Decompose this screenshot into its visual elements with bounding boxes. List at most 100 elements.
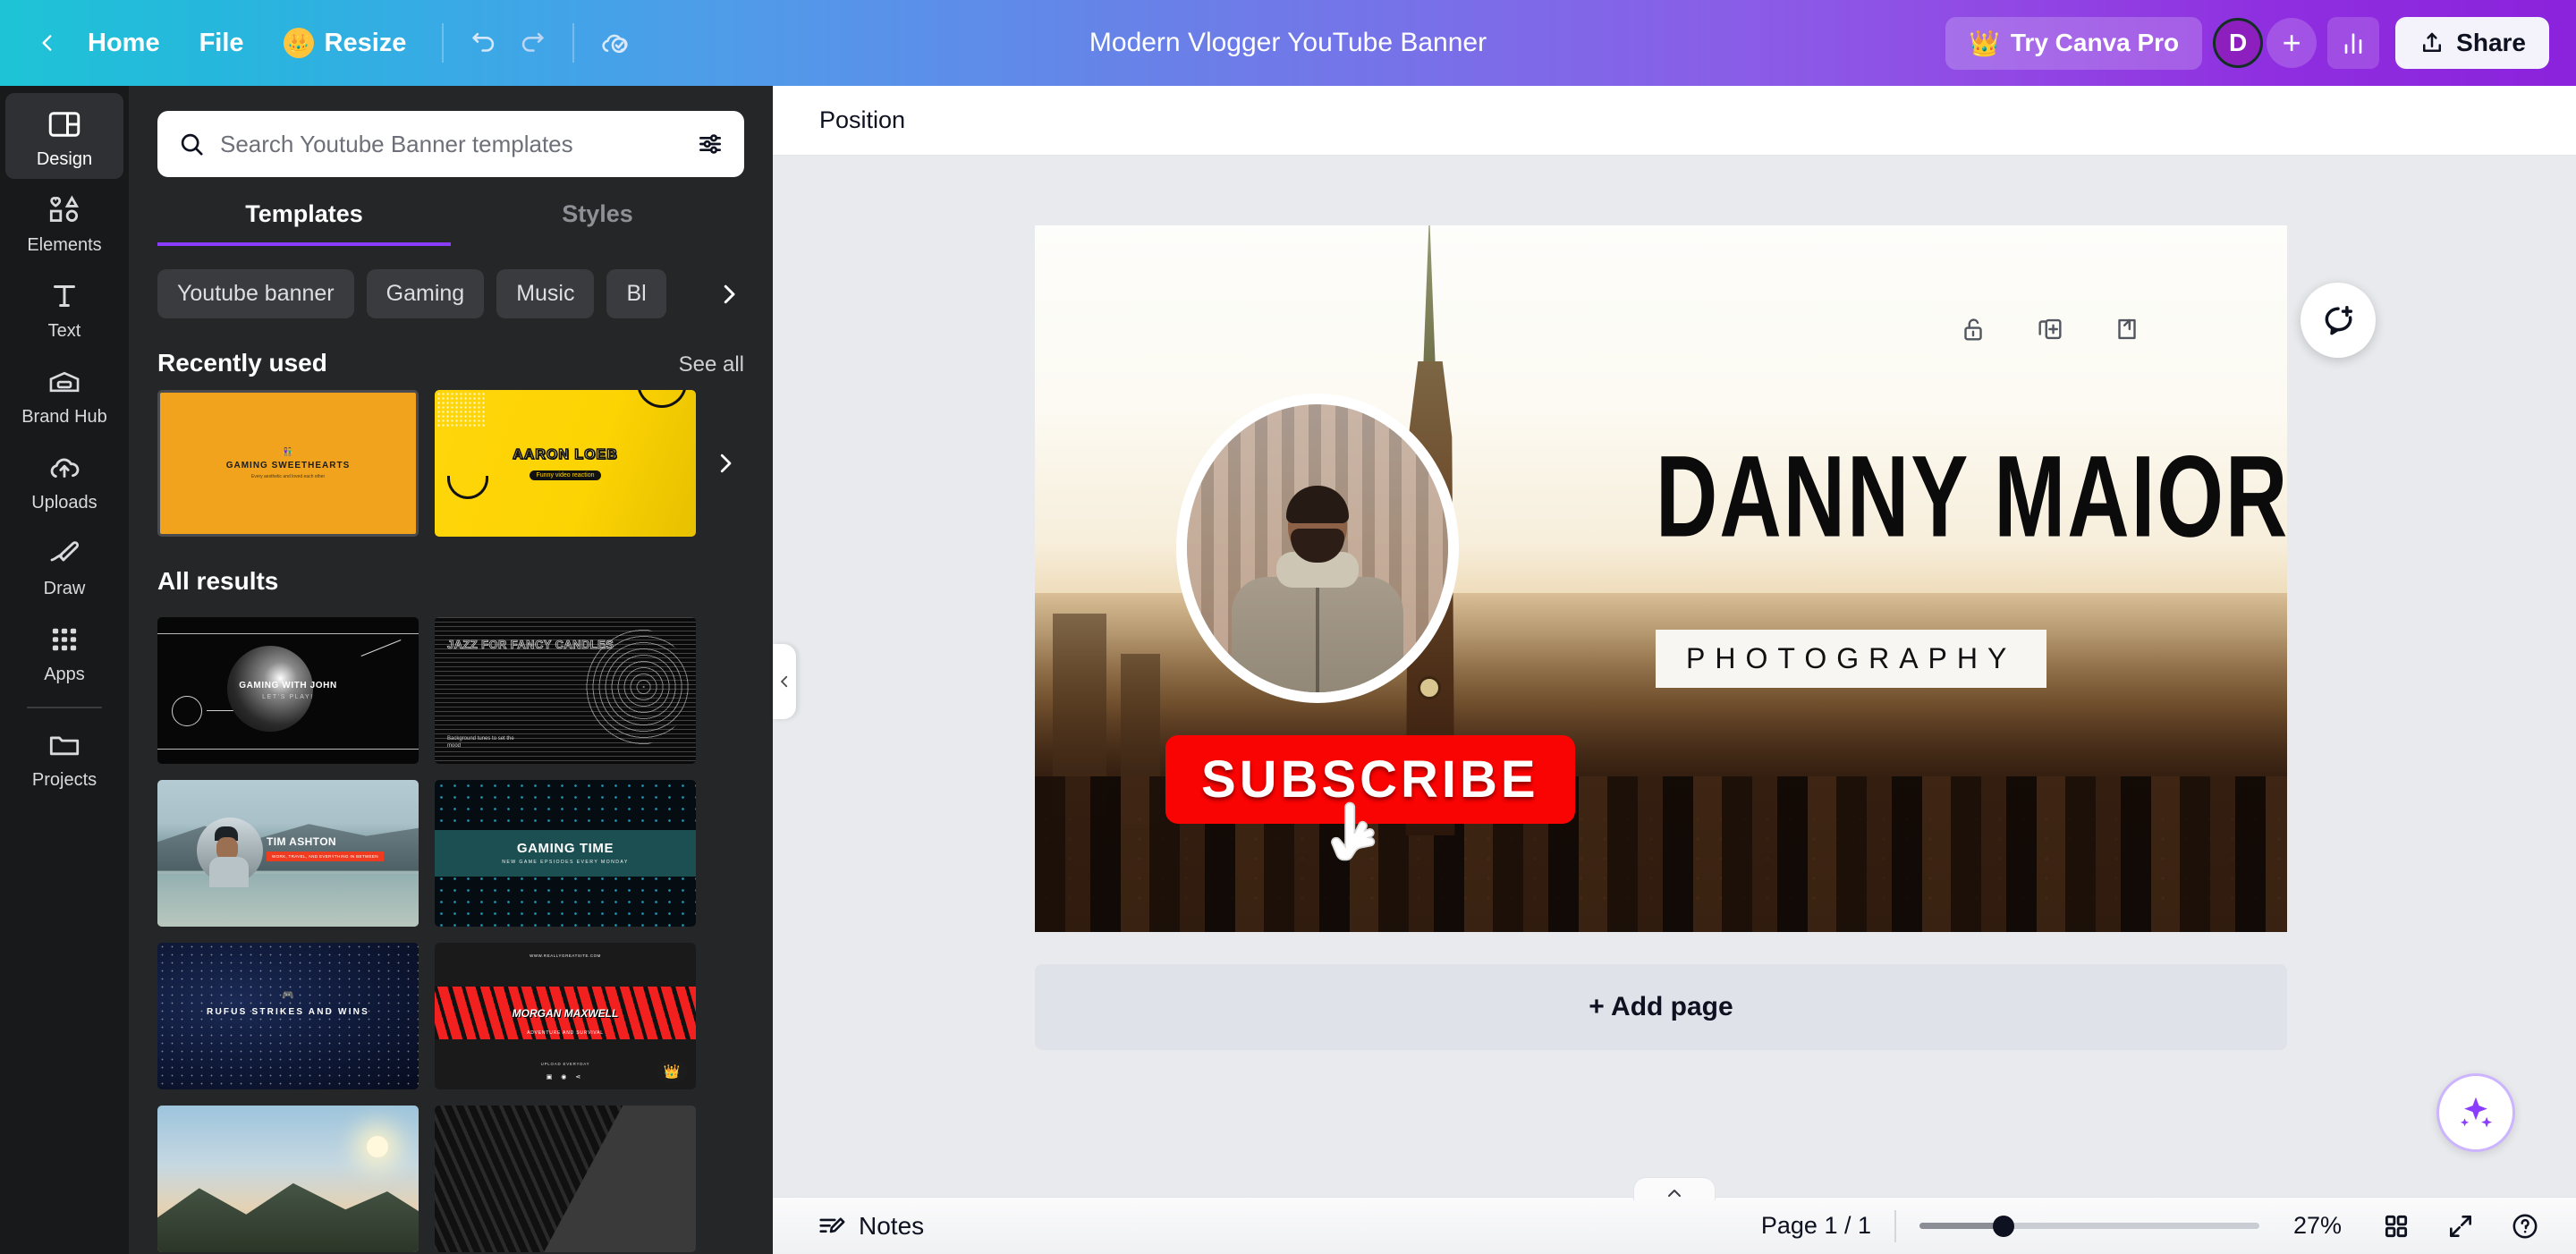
- template-thumb-morgan-maxwell[interactable]: WWW.REALLYGREATSITE.COM MORGAN MAXWELL A…: [435, 943, 696, 1089]
- recently-used-next-icon[interactable]: [705, 432, 746, 495]
- recently-used-row: 👫 GAMING SWEETHEARTS Every aesthetic and…: [129, 390, 773, 537]
- pointing-hand-icon: [1330, 798, 1382, 875]
- cloud-saved-icon[interactable]: [590, 19, 639, 67]
- chevron-up-icon[interactable]: [1633, 1177, 1716, 1200]
- tab-templates[interactable]: Templates: [157, 200, 451, 246]
- banner-name-text[interactable]: DANNY MAIORCA: [1656, 431, 2287, 564]
- sidebar-item-draw[interactable]: Draw: [5, 522, 123, 608]
- sidebar-item-design[interactable]: Design: [5, 93, 123, 179]
- position-button[interactable]: Position: [803, 97, 921, 143]
- zoom-slider-fill: [1919, 1222, 2002, 1229]
- sidebar-item-apps[interactable]: Apps: [5, 608, 123, 694]
- all-results-header: All results: [129, 537, 773, 608]
- redo-icon[interactable]: [508, 19, 556, 67]
- sidebar-item-label: Elements: [27, 235, 102, 255]
- avatar-initial: D: [2229, 29, 2248, 56]
- home-button[interactable]: Home: [68, 20, 180, 67]
- try-canva-pro-button[interactable]: 👑 Try Canva Pro: [1945, 16, 2203, 70]
- pro-crown-icon: 👑: [657, 1061, 687, 1082]
- file-menu-button[interactable]: File: [180, 20, 264, 67]
- page-indicator: Page 1 / 1: [1760, 1212, 1871, 1239]
- chevron-right-icon[interactable]: [708, 269, 750, 318]
- notes-button[interactable]: Notes: [803, 1204, 936, 1249]
- thumb-title: RUFUS STRIKES AND WINS: [207, 1007, 369, 1017]
- template-thumb-gaming-time[interactable]: GAMING TIME NEW GAME EPSIODES EVERY MOND…: [435, 780, 696, 927]
- template-thumb-rufus-strikes-and-wins[interactable]: 🎮 RUFUS STRIKES AND WINS: [157, 943, 419, 1089]
- insights-bar-icon[interactable]: [2327, 17, 2380, 69]
- crown-icon: 👑: [283, 28, 314, 58]
- grid-view-icon[interactable]: [2376, 1206, 2417, 1247]
- sidebar-item-projects[interactable]: Projects: [5, 714, 123, 800]
- bottom-toolbar: Notes Page 1 / 1 27%: [773, 1197, 2576, 1254]
- design-title[interactable]: Modern Vlogger YouTube Banner: [1089, 28, 1487, 58]
- template-thumb-gaming-with-john[interactable]: GAMING WITH JOHN LET'S PLAY!: [157, 617, 419, 764]
- see-all-link[interactable]: See all: [679, 352, 744, 377]
- search-input[interactable]: [220, 130, 682, 158]
- template-thumb-aaron-loeb[interactable]: AARON LOEB Funny video reaction: [435, 390, 696, 537]
- panel-collapse-button[interactable]: [773, 644, 796, 719]
- thumb-footer: UPLOAD EVERYDAY: [540, 1062, 590, 1066]
- duplicate-page-icon[interactable]: [2030, 309, 2070, 349]
- shapes-icon: [49, 195, 80, 222]
- expand-diagonal-icon[interactable]: [2440, 1206, 2481, 1247]
- brand-card-icon: [49, 371, 80, 393]
- bottom-right-group: Page 1 / 1 27%: [1761, 1206, 2546, 1247]
- design-layout-icon: [48, 112, 80, 137]
- sidebar-item-label: Draw: [43, 579, 86, 598]
- template-thumb-tim-ashton[interactable]: TIM ASHTON WORK, TRAVEL, AND EVERYTHING …: [157, 780, 419, 927]
- template-thumb-mountain-sunrise[interactable]: [157, 1106, 419, 1252]
- profile-photo[interactable]: [1176, 394, 1459, 703]
- back-icon[interactable]: [27, 22, 68, 64]
- share-button[interactable]: Share: [2395, 17, 2549, 69]
- bottom-divider: [1894, 1209, 1896, 1242]
- text-t-icon: [54, 285, 75, 307]
- chip-youtube-banner[interactable]: Youtube banner: [157, 269, 354, 318]
- tab-styles[interactable]: Styles: [451, 200, 744, 246]
- add-page-button[interactable]: + Add page: [1035, 964, 2287, 1050]
- help-question-icon[interactable]: [2504, 1206, 2546, 1247]
- add-comment-icon[interactable]: [2301, 283, 2376, 358]
- magic-sparkle-icon[interactable]: [2436, 1073, 2515, 1152]
- topbar-right-group: 👑 Try Canva Pro D + Share: [1945, 16, 2549, 70]
- sidebar-item-text[interactable]: Text: [5, 265, 123, 351]
- category-chips: Youtube banner Gaming Music Bl: [129, 246, 773, 318]
- add-collaborator-button[interactable]: +: [2267, 18, 2318, 68]
- banner-subtitle-text[interactable]: PHOTOGRAPHY: [1656, 630, 2047, 688]
- sidebar-item-label: Projects: [31, 770, 97, 790]
- avatar[interactable]: D: [2213, 18, 2264, 68]
- thumb-title: JAZZ FOR FANCY CANDLES: [447, 638, 614, 651]
- sidebar-item-brand-hub[interactable]: Brand Hub: [5, 351, 123, 436]
- sidebar-item-uploads[interactable]: Uploads: [5, 436, 123, 522]
- toolbar-divider-2: [572, 23, 575, 63]
- crown-icon: 👑: [1968, 29, 2000, 57]
- thumb-subtitle: Every aesthetic and loved each other: [250, 474, 326, 479]
- thumb-title: AARON LOEB: [512, 446, 618, 463]
- template-thumb-gaming-sweethearts[interactable]: 👫 GAMING SWEETHEARTS Every aesthetic and…: [157, 390, 419, 537]
- toolbar-divider: [442, 23, 445, 63]
- section-title: All results: [157, 567, 279, 595]
- zoom-level-label[interactable]: 27%: [2283, 1212, 2352, 1240]
- templates-panel: Templates Styles Youtube banner Gaming M…: [129, 86, 773, 1254]
- canva-editor-app: Home File 👑 Resize Modern Vlogger YouTub…: [0, 0, 2576, 1254]
- template-thumb-jazz-for-fancy-candles[interactable]: JAZZ FOR FANCY CANDLES Background tunes …: [435, 617, 696, 764]
- undo-icon[interactable]: [460, 19, 508, 67]
- chip-music[interactable]: Music: [496, 269, 595, 318]
- thumb-subtitle: ADVENTURE AND SURVIVAL: [527, 1030, 604, 1037]
- zoom-slider-knob[interactable]: [1993, 1215, 2014, 1237]
- thumb-title: GAMING WITH JOHN: [239, 681, 337, 691]
- sidebar-item-elements[interactable]: Elements: [5, 179, 123, 265]
- sidebar-item-label: Uploads: [31, 493, 97, 513]
- grid-dots-icon: [52, 628, 77, 651]
- chip-gaming[interactable]: Gaming: [366, 269, 485, 318]
- chip-bl[interactable]: Bl: [606, 269, 666, 318]
- template-thumb-dark-building[interactable]: [435, 1106, 696, 1252]
- zoom-slider[interactable]: [1919, 1214, 2259, 1239]
- search-box[interactable]: [157, 111, 744, 177]
- export-page-icon[interactable]: [2107, 309, 2147, 349]
- recently-used-header: Recently used See all: [129, 318, 773, 390]
- home-label: Home: [88, 28, 160, 57]
- notes-pencil-icon: [819, 1217, 845, 1233]
- results-grid: GAMING WITH JOHN LET'S PLAY! JAZZ FOR FA…: [129, 608, 773, 1252]
- resize-button[interactable]: 👑 Resize: [264, 19, 427, 67]
- lock-open-icon[interactable]: [1953, 309, 1993, 349]
